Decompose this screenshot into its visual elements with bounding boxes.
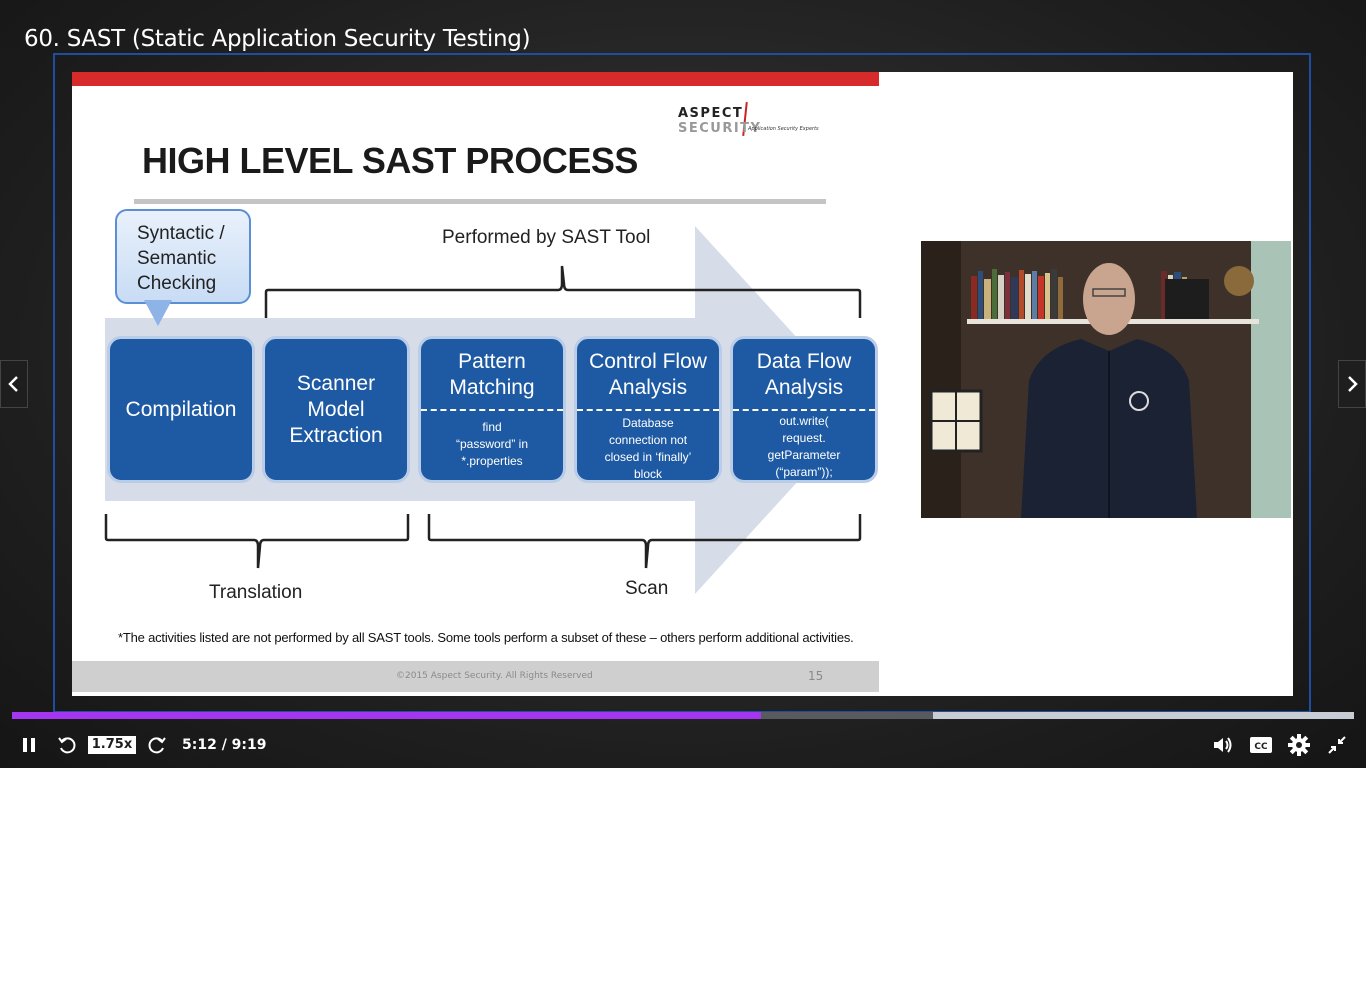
volume-icon bbox=[1214, 737, 1232, 753]
video-player[interactable]: 60. SAST (Static Application Security Te… bbox=[0, 0, 1366, 768]
exit-fullscreen-button[interactable] bbox=[1324, 728, 1350, 762]
pause-icon bbox=[23, 738, 35, 752]
translation-brace bbox=[104, 514, 410, 569]
volume-button[interactable] bbox=[1210, 728, 1236, 762]
previous-lecture-button[interactable] bbox=[0, 360, 28, 408]
rewind-icon bbox=[58, 737, 76, 754]
video-progress-bar[interactable] bbox=[12, 712, 1354, 719]
step-pattern-matching: Pattern Matching find “password” in *.pr… bbox=[418, 336, 566, 483]
forward-icon bbox=[148, 737, 166, 754]
lecture-slide: ASPECT SECURITY Application Security Exp… bbox=[72, 72, 1293, 696]
settings-icon bbox=[1288, 734, 1310, 756]
video-title: 60. SAST (Static Application Security Te… bbox=[24, 26, 531, 52]
played-range bbox=[12, 712, 761, 719]
slide-footnote: *The activities listed are not performed… bbox=[118, 630, 854, 645]
buffered-range bbox=[932, 712, 1354, 719]
chevron-right-icon bbox=[1348, 376, 1358, 392]
translation-label: Translation bbox=[209, 582, 303, 603]
instructor-webcam bbox=[921, 241, 1291, 518]
next-lecture-button[interactable] bbox=[1338, 360, 1366, 408]
step-compilation: Compilation bbox=[107, 336, 255, 483]
pause-button[interactable] bbox=[16, 728, 42, 762]
exit-fullscreen-icon bbox=[1328, 736, 1346, 754]
forward-button[interactable] bbox=[144, 728, 170, 762]
copyright-text: ©2015 Aspect Security. All Rights Reserv… bbox=[396, 671, 593, 681]
slide-page-number: 15 bbox=[808, 669, 824, 683]
captions-button[interactable]: CC bbox=[1248, 728, 1274, 762]
scan-label: Scan bbox=[625, 578, 669, 599]
step-control-flow-analysis: Control Flow Analysis Database connectio… bbox=[574, 336, 722, 483]
top-brace bbox=[264, 265, 862, 318]
svg-text:CC: CC bbox=[1254, 742, 1268, 752]
chevron-left-icon bbox=[8, 376, 18, 392]
playback-speed-button[interactable]: 1.75x bbox=[88, 736, 136, 754]
captions-icon: CC bbox=[1250, 737, 1272, 753]
step-scanner-model-extraction: Scanner Model Extraction bbox=[262, 336, 410, 483]
step-data-flow-analysis: Data Flow Analysis out.write( request. g… bbox=[730, 336, 878, 483]
settings-button[interactable] bbox=[1286, 728, 1312, 762]
control-bar: 1.75x 5:12 / 9:19 CC bbox=[0, 728, 1366, 762]
playback-time: 5:12 / 9:19 bbox=[182, 737, 267, 753]
slide-footer: ©2015 Aspect Security. All Rights Reserv… bbox=[72, 661, 879, 692]
rewind-button[interactable] bbox=[54, 728, 80, 762]
